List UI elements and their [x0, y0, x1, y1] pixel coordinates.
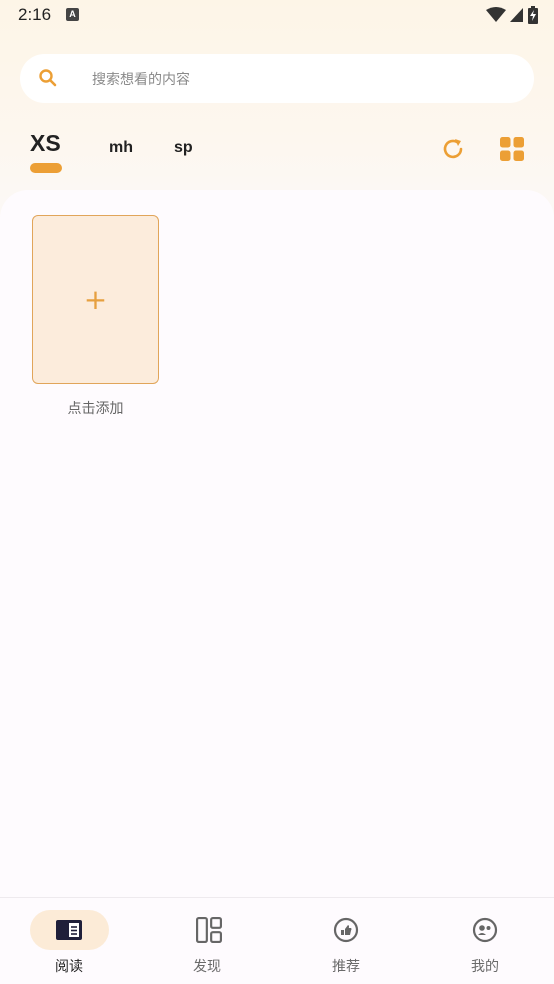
bottom-navigation: 阅读 发现 推荐 我的 [0, 897, 554, 984]
search-bar[interactable]: 搜索想看的内容 [20, 54, 534, 103]
nav-item-read[interactable]: 阅读 [0, 898, 138, 984]
status-bar: 2:16 A [0, 0, 554, 32]
nav-item-discover[interactable]: 发现 [138, 898, 276, 984]
refresh-icon[interactable] [440, 136, 466, 162]
nav-label-profile: 我的 [471, 959, 499, 975]
bookshelf-panel: + 点击添加 [0, 190, 554, 898]
tab-sp[interactable]: sp [174, 139, 193, 157]
layout-icon [196, 917, 222, 943]
grid-icon[interactable] [500, 137, 524, 161]
tab-active-indicator [30, 163, 62, 173]
status-indicators [486, 6, 538, 24]
nav-item-profile[interactable]: 我的 [416, 898, 554, 984]
status-time: 2:16 [18, 5, 52, 24]
search-icon [39, 69, 57, 87]
tab-mh[interactable]: mh [109, 139, 133, 157]
nav-label-read: 阅读 [55, 959, 83, 975]
add-book-button[interactable]: + [32, 215, 159, 384]
profile-icon [472, 917, 498, 943]
battery-icon [528, 6, 538, 24]
plus-icon: + [83, 283, 108, 316]
thumbs-up-icon [333, 917, 359, 943]
add-book-label: 点击添加 [67, 401, 124, 417]
nav-item-recommend[interactable]: 推荐 [277, 898, 415, 984]
nav-label-discover: 发现 [193, 959, 221, 975]
book-icon [56, 920, 82, 940]
tab-xs[interactable]: XS [30, 130, 61, 157]
signal-icon [510, 8, 523, 22]
wifi-icon [486, 7, 506, 22]
notification-icon: A [66, 8, 79, 21]
nav-label-recommend: 推荐 [332, 959, 360, 975]
search-input[interactable]: 搜索想看的内容 [92, 69, 190, 89]
